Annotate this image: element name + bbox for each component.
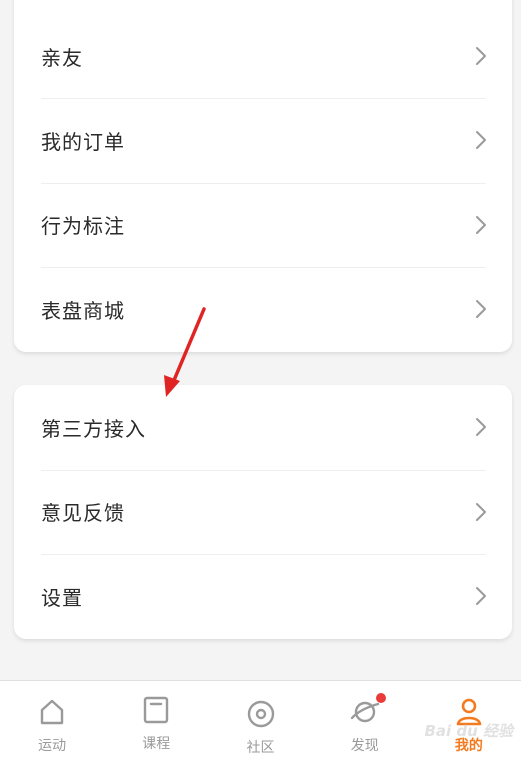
chevron-right-icon [474, 416, 488, 438]
annotation-arrow-icon [164, 307, 206, 397]
menu-item-watchface-store[interactable]: 表盘商城 [14, 267, 512, 352]
menu-item-label: 意见反馈 [41, 501, 125, 526]
profile-icon [452, 695, 486, 729]
tab-mine[interactable]: 我的 [417, 681, 521, 763]
menu-item-friends[interactable]: 亲友 [14, 0, 512, 98]
menu-item-feedback[interactable]: 意见反馈 [14, 469, 512, 555]
chevron-right-icon [474, 214, 488, 236]
tab-course[interactable]: 课程 [104, 681, 208, 763]
course-icon [139, 693, 173, 727]
tab-label: 运动 [38, 738, 67, 754]
menu-item-label: 亲友 [41, 45, 83, 70]
menu-item-label: 行为标注 [41, 214, 125, 239]
chevron-right-icon [474, 298, 488, 320]
menu-item-label: 表盘商城 [41, 298, 125, 323]
menu-item-settings[interactable]: 设置 [14, 554, 512, 639]
tab-label: 课程 [142, 736, 171, 752]
menu-card-personal: 亲友 我的订单 行为标注 表盘商城 [14, 0, 512, 352]
community-icon [244, 697, 278, 731]
tab-label: 发现 [350, 738, 379, 754]
tab-label: 社区 [246, 740, 275, 756]
chevron-right-icon [474, 585, 488, 607]
menu-item-label: 我的订单 [41, 129, 125, 154]
menu-card-system: 第三方接入 意见反馈 设置 [14, 385, 512, 639]
menu-item-label: 第三方接入 [41, 416, 146, 441]
discover-icon [348, 693, 386, 729]
chevron-right-icon [474, 501, 488, 523]
menu-item-label: 设置 [41, 585, 83, 610]
bottom-tab-bar: 运动 课程 社区 发现 我的 [0, 680, 521, 763]
tab-discover[interactable]: 发现 [313, 681, 417, 763]
menu-item-my-orders[interactable]: 我的订单 [14, 98, 512, 183]
menu-item-behavior-tagging[interactable]: 行为标注 [14, 182, 512, 268]
home-icon [35, 695, 69, 729]
tab-sport[interactable]: 运动 [0, 681, 104, 763]
chevron-right-icon [474, 45, 488, 67]
tab-community[interactable]: 社区 [208, 681, 312, 763]
chevron-right-icon [474, 129, 488, 151]
tab-label: 我的 [454, 738, 483, 754]
notification-badge [375, 693, 386, 703]
menu-item-third-party-access[interactable]: 第三方接入 [14, 385, 512, 470]
